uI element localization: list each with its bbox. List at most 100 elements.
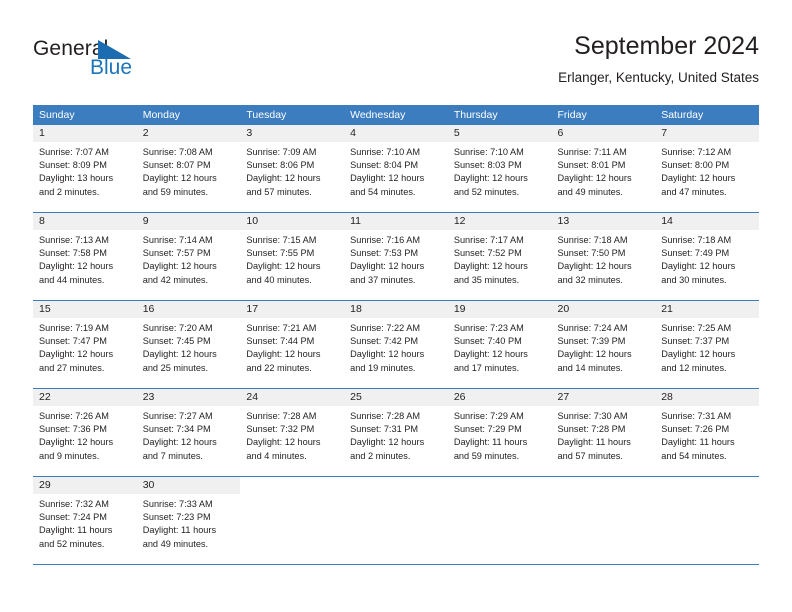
day-number-band: 18 bbox=[344, 301, 448, 318]
calendar-day-cell[interactable]: 15 Sunrise: 7:19 AM Sunset: 7:47 PM Dayligh… bbox=[33, 301, 137, 388]
day-details: Sunrise: 7:13 AM Sunset: 7:58 PM Daylight:… bbox=[33, 230, 137, 287]
day-number: 10 bbox=[246, 215, 259, 227]
day-daylight-text: Daylight: 12 hours bbox=[246, 173, 321, 184]
day-sunrise-text: Sunrise: 7:25 AM bbox=[661, 323, 732, 333]
day-number-band: 4 bbox=[344, 125, 448, 142]
calendar-day-cell[interactable]: 14 Sunrise: 7:18 AM Sunset: 7:49 PM Dayligh… bbox=[655, 213, 759, 300]
day-details: Sunrise: 7:29 AM Sunset: 7:29 PM Daylight:… bbox=[448, 406, 552, 463]
day-daylight-text: and 59 minutes. bbox=[142, 186, 209, 197]
day-daylight-text: and 49 minutes. bbox=[142, 538, 209, 549]
calendar-day-cell[interactable]: 24 Sunrise: 7:28 AM Sunset: 7:32 PM Dayligh… bbox=[240, 389, 345, 476]
day-number: 18 bbox=[350, 303, 362, 315]
calendar-day-cell[interactable]: 23 Sunrise: 7:27 AM Sunset: 7:34 PM Dayligh… bbox=[136, 389, 241, 476]
day-sunset-text: Sunset: 7:32 PM bbox=[246, 424, 315, 435]
calendar-day-cell[interactable]: 13 Sunrise: 7:18 AM Sunset: 7:50 PM Dayligh… bbox=[551, 213, 656, 300]
calendar-day-cell[interactable]: 4 Sunrise: 7:10 AM Sunset: 8:04 PM Daylight… bbox=[344, 125, 448, 212]
day-daylight-text: Daylight: 12 hours bbox=[557, 261, 632, 272]
calendar-day-cell[interactable]: 2 Sunrise: 7:08 AM Sunset: 8:07 PM Daylight… bbox=[136, 125, 241, 212]
weekday-header-thursday: Thursday bbox=[453, 109, 498, 121]
page-header: General Blue September 2024 Erlanger, Ke… bbox=[0, 0, 792, 100]
day-daylight-text: and 54 minutes. bbox=[350, 186, 416, 197]
calendar-day-cell[interactable]: 12 Sunrise: 7:17 AM Sunset: 7:52 PM Dayligh… bbox=[447, 213, 552, 300]
calendar-day-cell[interactable]: 19 Sunrise: 7:23 AM Sunset: 7:40 PM Dayligh… bbox=[447, 301, 552, 388]
weekday-header-monday: Monday bbox=[142, 109, 181, 121]
calendar-day-cell[interactable]: 30 Sunrise: 7:33 AM Sunset: 7:23 PM Dayligh… bbox=[136, 477, 241, 564]
page-subtitle: Erlanger, Kentucky, United States bbox=[558, 70, 759, 85]
calendar-day-cell[interactable]: 22 Sunrise: 7:26 AM Sunset: 7:36 PM Dayligh… bbox=[33, 389, 137, 476]
day-sunrise-text: Sunrise: 7:18 AM bbox=[557, 235, 628, 245]
calendar-day-cell[interactable]: 20 Sunrise: 7:24 AM Sunset: 7:39 PM Dayligh… bbox=[551, 301, 656, 388]
day-details: Sunrise: 7:19 AM Sunset: 7:47 PM Daylight:… bbox=[33, 318, 137, 375]
weekday-header-saturday: Saturday bbox=[661, 109, 704, 121]
day-daylight-text: Daylight: 11 hours bbox=[557, 437, 631, 448]
day-sunset-text: Sunset: 7:29 PM bbox=[453, 424, 522, 435]
day-daylight-text: and 32 minutes. bbox=[557, 274, 623, 285]
day-details: Sunrise: 7:28 AM Sunset: 7:31 PM Daylight:… bbox=[344, 406, 448, 463]
day-daylight-text: Daylight: 12 hours bbox=[142, 349, 217, 360]
calendar-day-cell[interactable]: 27 Sunrise: 7:30 AM Sunset: 7:28 PM Dayligh… bbox=[551, 389, 656, 476]
day-number-band: 24 bbox=[240, 389, 345, 406]
calendar-day-cell[interactable]: 16 Sunrise: 7:20 AM Sunset: 7:45 PM Dayligh… bbox=[136, 301, 241, 388]
day-details: Sunrise: 7:24 AM Sunset: 7:39 PM Daylight:… bbox=[552, 318, 656, 375]
day-daylight-text: Daylight: 12 hours bbox=[453, 261, 528, 272]
calendar-week-row: 15 Sunrise: 7:19 AM Sunset: 7:47 PM Dayligh… bbox=[33, 301, 759, 389]
day-number: 27 bbox=[557, 391, 570, 403]
calendar-day-cell[interactable]: 8 Sunrise: 7:13 AM Sunset: 7:58 PM Daylight… bbox=[33, 213, 137, 300]
day-daylight-text: Daylight: 12 hours bbox=[557, 173, 632, 184]
calendar-day-cell[interactable]: 28 Sunrise: 7:31 AM Sunset: 7:26 PM Dayligh… bbox=[655, 389, 759, 476]
day-daylight-text: Daylight: 12 hours bbox=[39, 437, 114, 448]
day-number: 6 bbox=[557, 127, 564, 139]
calendar-day-cell[interactable]: 11 Sunrise: 7:16 AM Sunset: 7:53 PM Dayligh… bbox=[344, 213, 448, 300]
calendar-day-cell[interactable]: 6 Sunrise: 7:11 AM Sunset: 8:01 PM Daylight… bbox=[551, 125, 656, 212]
calendar-day-cell[interactable]: 17 Sunrise: 7:21 AM Sunset: 7:44 PM Dayligh… bbox=[240, 301, 345, 388]
weekday-header-row: Sunday Monday Tuesday Wednesday Thursday Frid… bbox=[33, 105, 759, 125]
day-number: 7 bbox=[661, 127, 668, 139]
calendar-day-cell[interactable]: 25 Sunrise: 7:28 AM Sunset: 7:31 PM Dayligh… bbox=[344, 389, 448, 476]
day-daylight-text: Daylight: 12 hours bbox=[246, 349, 321, 360]
day-number-band: 3 bbox=[240, 125, 345, 142]
weekday-header-tuesday: Tuesday bbox=[246, 109, 287, 121]
day-number-band: 5 bbox=[447, 125, 552, 142]
day-number-band: 22 bbox=[33, 389, 137, 406]
calendar-day-cell[interactable]: 18 Sunrise: 7:22 AM Sunset: 7:42 PM Dayligh… bbox=[344, 301, 448, 388]
calendar-day-cell[interactable]: 5 Sunrise: 7:10 AM Sunset: 8:03 PM Daylight… bbox=[447, 125, 552, 212]
day-sunrise-text: Sunrise: 7:22 AM bbox=[350, 323, 421, 333]
day-number-band: 9 bbox=[136, 213, 241, 230]
day-number-band: 6 bbox=[551, 125, 656, 142]
day-details: Sunrise: 7:15 AM Sunset: 7:55 PM Daylight:… bbox=[240, 230, 344, 287]
day-details: Sunrise: 7:10 AM Sunset: 8:04 PM Daylight:… bbox=[344, 142, 448, 199]
calendar-day-cell[interactable]: 21 Sunrise: 7:25 AM Sunset: 7:37 PM Dayligh… bbox=[655, 301, 759, 388]
logo-text-blue: Blue bbox=[90, 56, 133, 79]
day-number: 24 bbox=[246, 391, 259, 403]
day-sunset-text: Sunset: 8:03 PM bbox=[453, 160, 522, 171]
day-daylight-text: and 2 minutes. bbox=[350, 450, 411, 461]
day-number: 2 bbox=[142, 127, 149, 139]
calendar-cell-empty bbox=[655, 477, 759, 564]
day-daylight-text: Daylight: 12 hours bbox=[557, 349, 632, 360]
day-details: Sunrise: 7:07 AM Sunset: 8:09 PM Daylight:… bbox=[33, 142, 137, 199]
day-sunrise-text: Sunrise: 7:31 AM bbox=[661, 411, 732, 421]
day-daylight-text: and 2 minutes. bbox=[39, 186, 100, 197]
calendar-day-cell[interactable]: 1 Sunrise: 7:07 AM Sunset: 8:09 PM Daylight… bbox=[33, 125, 137, 212]
day-sunrise-text: Sunrise: 7:23 AM bbox=[453, 323, 524, 333]
day-number-band: 14 bbox=[655, 213, 759, 230]
day-number: 30 bbox=[142, 479, 155, 491]
day-daylight-text: Daylight: 12 hours bbox=[350, 349, 425, 360]
day-number-band: 15 bbox=[33, 301, 137, 318]
calendar-day-cell[interactable]: 10 Sunrise: 7:15 AM Sunset: 7:55 PM Dayligh… bbox=[240, 213, 345, 300]
calendar-day-cell[interactable]: 7 Sunrise: 7:12 AM Sunset: 8:00 PM Daylight… bbox=[655, 125, 759, 212]
day-sunset-text: Sunset: 7:58 PM bbox=[39, 248, 107, 259]
day-details: Sunrise: 7:21 AM Sunset: 7:44 PM Daylight:… bbox=[240, 318, 344, 375]
day-details: Sunrise: 7:18 AM Sunset: 7:49 PM Daylight:… bbox=[655, 230, 759, 287]
day-details: Sunrise: 7:30 AM Sunset: 7:28 PM Daylight:… bbox=[552, 406, 656, 463]
calendar-day-cell[interactable]: 9 Sunrise: 7:14 AM Sunset: 7:57 PM Daylight… bbox=[136, 213, 241, 300]
day-sunset-text: Sunset: 8:01 PM bbox=[557, 160, 626, 171]
day-number: 22 bbox=[39, 391, 51, 403]
calendar-day-cell[interactable]: 3 Sunrise: 7:09 AM Sunset: 8:06 PM Daylight… bbox=[240, 125, 345, 212]
calendar-day-cell[interactable]: 26 Sunrise: 7:29 AM Sunset: 7:29 PM Dayligh… bbox=[447, 389, 552, 476]
calendar-day-cell[interactable]: 29 Sunrise: 7:32 AM Sunset: 7:24 PM Dayligh… bbox=[33, 477, 137, 564]
day-sunset-text: Sunset: 7:40 PM bbox=[453, 336, 522, 347]
day-number-band: 23 bbox=[136, 389, 241, 406]
day-sunrise-text: Sunrise: 7:10 AM bbox=[453, 147, 524, 157]
day-number-band: 17 bbox=[240, 301, 345, 318]
